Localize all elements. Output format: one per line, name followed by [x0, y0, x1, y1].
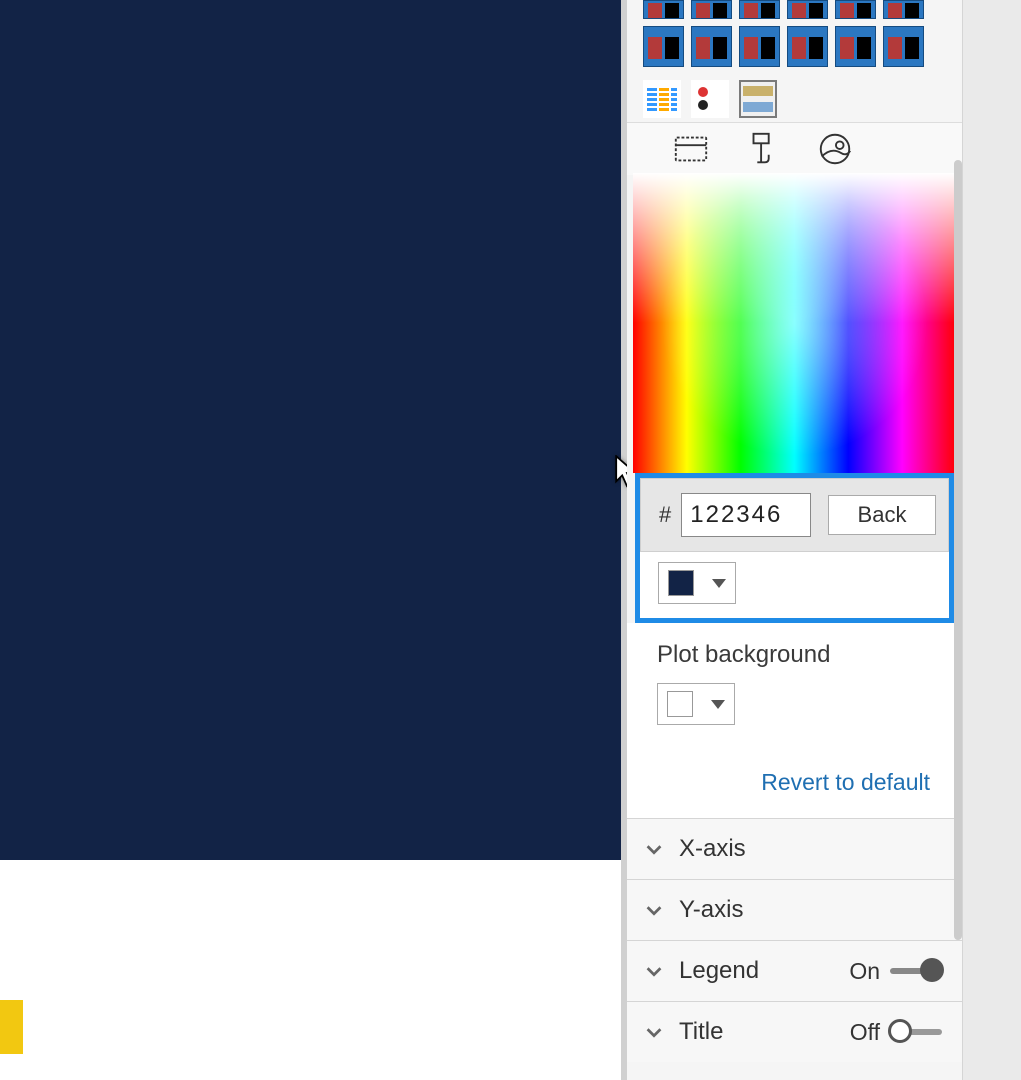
visualization-gallery	[627, 0, 962, 74]
back-button[interactable]: Back	[828, 495, 936, 535]
viz-type-icon[interactable]	[643, 26, 684, 67]
accordion-label: Title	[679, 1018, 836, 1046]
color-swatch	[668, 570, 694, 596]
color-spectrum[interactable]	[633, 173, 956, 473]
viz-type-icon[interactable]	[883, 26, 924, 67]
collapsed-fields-pane[interactable]	[962, 0, 1021, 1080]
hex-input-highlight: # Back	[635, 473, 954, 623]
hash-label: #	[659, 502, 671, 528]
page-tab-indicator[interactable]	[0, 1000, 23, 1054]
chevron-down-icon	[643, 899, 665, 921]
viz-type-icon[interactable]	[787, 0, 828, 19]
plot-background-label: Plot background	[657, 641, 938, 669]
color-picker: # Back	[633, 173, 956, 623]
viz-type-icon[interactable]	[643, 0, 684, 19]
chevron-down-icon	[643, 1021, 665, 1043]
accordion-y-axis[interactable]: Y-axis	[627, 879, 962, 940]
viz-type-icon[interactable]	[883, 0, 924, 19]
visualizations-pane: # Back Plot background	[627, 0, 962, 1080]
viz-extra-list-icon[interactable]	[739, 80, 777, 118]
viz-type-icon[interactable]	[739, 26, 780, 67]
accordion-label: X-axis	[679, 835, 942, 863]
accordion-legend[interactable]: Legend On	[627, 940, 962, 1001]
plot-bg-color-dropdown[interactable]	[657, 683, 735, 725]
format-tab-icon[interactable]	[743, 129, 783, 169]
viz-type-icon[interactable]	[691, 26, 732, 67]
toggle-state-label: On	[849, 958, 880, 985]
accordion-title[interactable]: Title Off	[627, 1001, 962, 1062]
title-toggle[interactable]: Off	[850, 1019, 942, 1046]
caret-down-icon	[712, 579, 726, 588]
viz-type-icon[interactable]	[835, 26, 876, 67]
toggle-state-label: Off	[850, 1019, 880, 1046]
analytics-tab-icon[interactable]	[815, 129, 855, 169]
viz-type-icon[interactable]	[835, 0, 876, 19]
viz-extra-grid-icon[interactable]	[643, 80, 681, 118]
viz-type-icon[interactable]	[787, 26, 828, 67]
viz-type-icon[interactable]	[739, 0, 780, 19]
color-swatch-dropdown[interactable]	[658, 562, 736, 604]
accordion-label: Legend	[679, 957, 835, 985]
viz-type-icon[interactable]	[691, 0, 732, 19]
revert-to-default-link[interactable]: Revert to default	[657, 769, 930, 796]
accordion-label: Y-axis	[679, 896, 942, 924]
color-swatch	[667, 691, 693, 717]
fields-tab-icon[interactable]	[671, 129, 711, 169]
report-canvas[interactable]	[0, 0, 621, 860]
viz-extra-dots-icon[interactable]	[691, 80, 729, 118]
chevron-down-icon	[643, 960, 665, 982]
legend-toggle[interactable]: On	[849, 958, 942, 985]
hex-input[interactable]	[681, 493, 811, 537]
scrollbar-thumb[interactable]	[954, 160, 962, 940]
chevron-down-icon	[643, 838, 665, 860]
accordion-x-axis[interactable]: X-axis	[627, 818, 962, 879]
caret-down-icon	[711, 700, 725, 709]
